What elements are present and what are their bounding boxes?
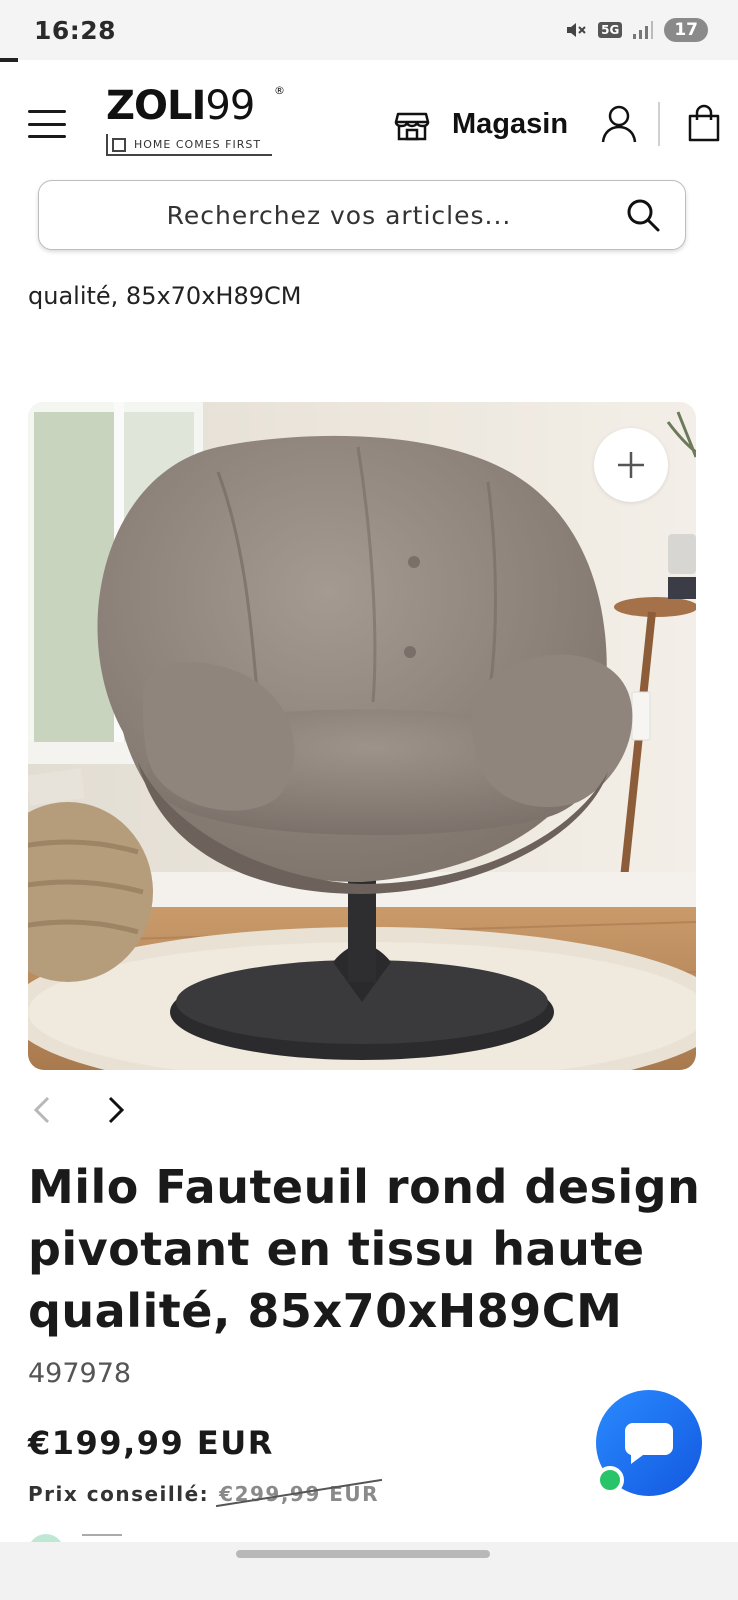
msrp-value: €299,99 EUR <box>216 1478 383 1508</box>
signal-icon <box>633 21 654 39</box>
online-status-dot <box>596 1466 624 1494</box>
plus-icon <box>618 452 644 478</box>
battery-icon: 17 <box>664 18 708 42</box>
status-icons: 5G 17 <box>564 14 708 46</box>
status-accent-line <box>0 58 18 62</box>
status-bar: 16:28 5G 17 <box>0 0 738 60</box>
network-5g-icon: 5G <box>598 22 623 38</box>
search-icon[interactable] <box>623 195 663 235</box>
logo-wordmark: ZOLI99 <box>106 83 255 129</box>
armchair-photo <box>28 402 696 1070</box>
msrp-row: Prix conseillé: €299,99 EUR <box>28 1478 383 1508</box>
search-input[interactable] <box>59 191 619 239</box>
mute-icon <box>567 23 586 37</box>
status-time: 16:28 <box>34 16 117 45</box>
cart-icon[interactable] <box>684 104 724 144</box>
gesture-handle[interactable] <box>236 1550 490 1558</box>
store-icon <box>394 112 430 141</box>
store-link[interactable]: Magasin <box>394 106 568 142</box>
msrp-label: Prix conseillé: <box>28 1482 210 1506</box>
logo[interactable]: ZOLI99 ® HOME COMES FIRST <box>106 84 286 164</box>
sticky-product-title: qualité, 85x70xH89CM <box>28 282 302 310</box>
chevron-left-icon[interactable] <box>30 1094 54 1126</box>
logo-registered-mark: ® <box>274 84 285 97</box>
menu-icon[interactable] <box>28 110 66 138</box>
product-image[interactable] <box>28 402 696 1070</box>
product-title: Milo Fauteuil rond design pivotant en ti… <box>28 1160 701 1338</box>
zoom-button[interactable] <box>594 428 668 502</box>
chevron-right-icon[interactable] <box>104 1094 128 1126</box>
chat-bubble-icon <box>624 1423 673 1464</box>
product-sku: 497978 <box>28 1358 132 1389</box>
logo-tagline: HOME COMES FIRST <box>106 134 272 156</box>
cutoff-text <box>82 1534 122 1542</box>
store-label: Magasin <box>452 107 569 140</box>
header-divider <box>658 102 660 146</box>
user-icon[interactable] <box>600 104 638 144</box>
house-icon <box>112 138 126 152</box>
product-price: €199,99 EUR <box>28 1424 274 1462</box>
search-bar[interactable] <box>38 180 686 250</box>
